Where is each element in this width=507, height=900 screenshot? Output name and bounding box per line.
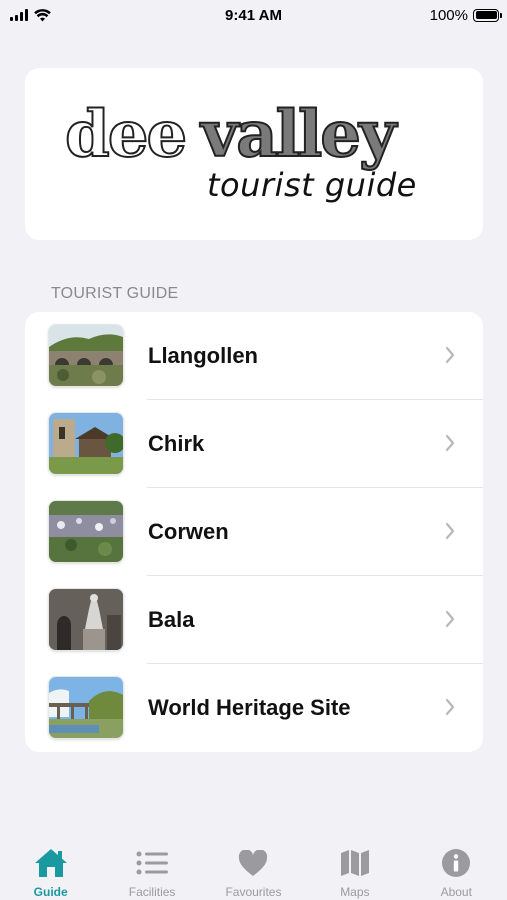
- list-item-world-heritage-site[interactable]: World Heritage Site: [25, 664, 483, 752]
- list-icon: [136, 851, 169, 875]
- tab-facilities[interactable]: Facilities: [102, 835, 203, 900]
- section-header: TOURIST GUIDE: [51, 285, 179, 302]
- house-icon: [34, 849, 67, 877]
- chevron-right-icon: [445, 346, 455, 364]
- cellular-signal-icon: [10, 9, 28, 21]
- battery-percentage: 100%: [429, 6, 468, 24]
- corwen-thumbnail: [49, 501, 123, 562]
- list-item-label: Bala: [148, 607, 195, 632]
- bala-thumbnail: [49, 589, 123, 650]
- chevron-right-icon: [445, 434, 455, 452]
- wifi-icon: [34, 8, 51, 21]
- tab-label: Maps: [340, 885, 370, 899]
- tourist-guide-list: Llangollen Chirk Corwen Bala World Herit…: [25, 312, 483, 752]
- tab-label: Favourites: [225, 885, 282, 899]
- list-item-chirk[interactable]: Chirk: [25, 400, 483, 488]
- list-item-label: Chirk: [148, 431, 205, 456]
- list-item-bala[interactable]: Bala: [25, 576, 483, 664]
- logo-dee-text: dee: [65, 97, 185, 172]
- tab-about[interactable]: About: [406, 835, 507, 900]
- logo-card: dee valley tourist guide: [25, 68, 483, 240]
- list-item-label: World Heritage Site: [148, 695, 351, 720]
- heart-icon: [239, 849, 268, 876]
- list-item-corwen[interactable]: Corwen: [25, 488, 483, 576]
- chevron-right-icon: [445, 698, 455, 716]
- tab-favourites[interactable]: Favourites: [203, 835, 304, 900]
- tab-bar: Guide Facilities Favourites Maps About: [0, 835, 507, 900]
- list-item-label: Llangollen: [148, 343, 258, 368]
- status-bar: 9:41 AM 100%: [0, 0, 507, 30]
- tab-label: Guide: [33, 885, 68, 899]
- tab-guide[interactable]: Guide: [0, 835, 101, 900]
- world-heritage-site-thumbnail: [49, 677, 123, 738]
- tab-maps[interactable]: Maps: [304, 835, 405, 900]
- logo-tourist-guide-text: tourist guide: [207, 166, 417, 204]
- info-icon: [442, 849, 471, 877]
- chevron-right-icon: [445, 610, 455, 628]
- battery-icon: [473, 8, 502, 22]
- list-item-label: Corwen: [148, 519, 229, 544]
- logo-valley-text: valley: [199, 97, 398, 172]
- tab-label: About: [440, 885, 472, 899]
- llangollen-thumbnail: [49, 325, 123, 386]
- tab-label: Facilities: [128, 885, 176, 899]
- chirk-thumbnail: [49, 413, 123, 474]
- chevron-right-icon: [445, 522, 455, 540]
- list-item-llangollen[interactable]: Llangollen: [25, 312, 483, 400]
- dee-valley-logo: dee valley tourist guide: [64, 96, 417, 204]
- map-icon: [340, 850, 369, 876]
